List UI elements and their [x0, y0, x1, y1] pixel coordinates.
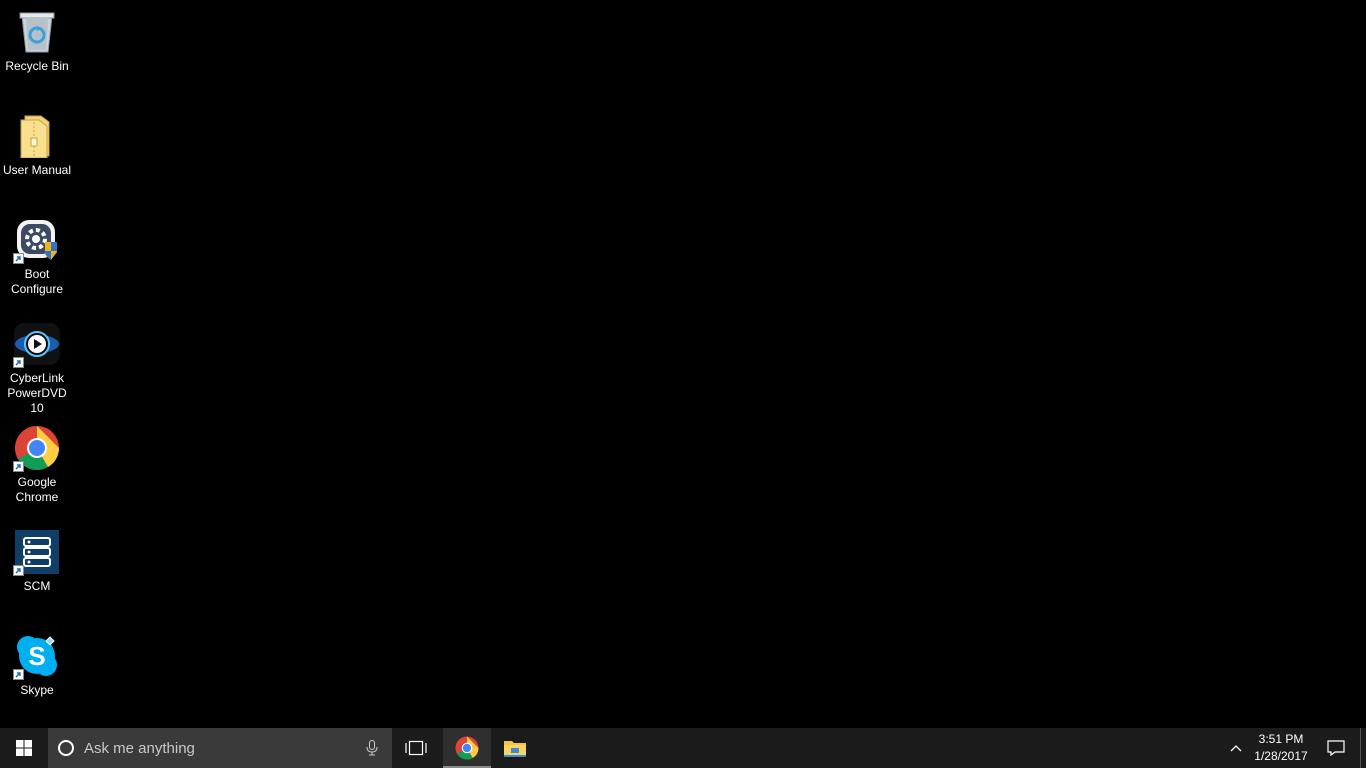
task-view-icon: [405, 740, 427, 756]
folder-icon: [13, 112, 61, 160]
desktop-icon-label: Skype: [20, 683, 54, 697]
desktop-icon-label: CyberLink PowerDVD 10: [7, 371, 67, 415]
chrome-icon: [455, 736, 479, 760]
desktop-icon-label: Google Chrome: [15, 475, 59, 504]
shortcut-arrow-icon: [13, 253, 24, 264]
show-desktop-button[interactable]: [1360, 728, 1366, 768]
taskbar-clock[interactable]: 3:51 PM 1/28/2017: [1250, 728, 1312, 768]
taskbar-file-explorer-button[interactable]: [491, 728, 539, 768]
scm-icon: [13, 528, 61, 576]
chrome-icon: [13, 424, 61, 472]
clock-date: 1/28/2017: [1254, 749, 1308, 763]
boot-configure-icon: [13, 216, 61, 264]
taskbar: 3:51 PM 1/28/2017: [0, 728, 1366, 768]
file-explorer-icon: [504, 741, 526, 757]
desktop-icon-powerdvd[interactable]: CyberLink PowerDVD 10: [0, 320, 74, 416]
microphone-icon[interactable]: [366, 740, 378, 756]
desktop-icon-label: User Manual: [2, 163, 72, 177]
show-hidden-icons-button[interactable]: [1222, 728, 1250, 768]
action-center-icon: [1327, 740, 1345, 756]
desktop-icon-boot-configure[interactable]: Boot Configure: [0, 216, 74, 297]
cortana-icon: [58, 740, 74, 756]
desktop-icon-user-manual[interactable]: User Manual: [0, 112, 74, 178]
recycle-bin-icon: [13, 8, 61, 56]
desktop-icon-label: Boot Configure: [10, 267, 64, 296]
action-center-button[interactable]: [1316, 728, 1356, 768]
shortcut-arrow-icon: [13, 669, 24, 680]
taskbar-chrome-button[interactable]: [443, 728, 491, 768]
search-input[interactable]: [82, 738, 366, 758]
desktop[interactable]: Recycle Bin User Manual Boot Configure C…: [0, 0, 1366, 728]
powerdvd-icon: [13, 320, 61, 368]
desktop-icon-label: Recycle Bin: [5, 59, 69, 73]
svg-text:S: S: [28, 641, 45, 671]
windows-logo-icon: [16, 740, 32, 756]
desktop-icon-scm[interactable]: SCM: [0, 528, 74, 594]
desktop-icon-label: SCM: [23, 579, 51, 593]
shortcut-arrow-icon: [13, 461, 24, 472]
task-view-button[interactable]: [392, 728, 440, 768]
desktop-icon-google-chrome[interactable]: Google Chrome: [0, 424, 74, 505]
chevron-up-icon: [1230, 745, 1242, 752]
desktop-icon-recycle-bin[interactable]: Recycle Bin: [0, 8, 74, 74]
cortana-search-box[interactable]: [48, 728, 392, 768]
shortcut-arrow-icon: [13, 565, 24, 576]
desktop-icon-skype[interactable]: S Skype: [0, 632, 74, 698]
skype-icon: S: [13, 632, 61, 680]
start-button[interactable]: [0, 728, 48, 768]
clock-time: 3:51 PM: [1258, 732, 1304, 746]
shortcut-arrow-icon: [13, 357, 24, 368]
